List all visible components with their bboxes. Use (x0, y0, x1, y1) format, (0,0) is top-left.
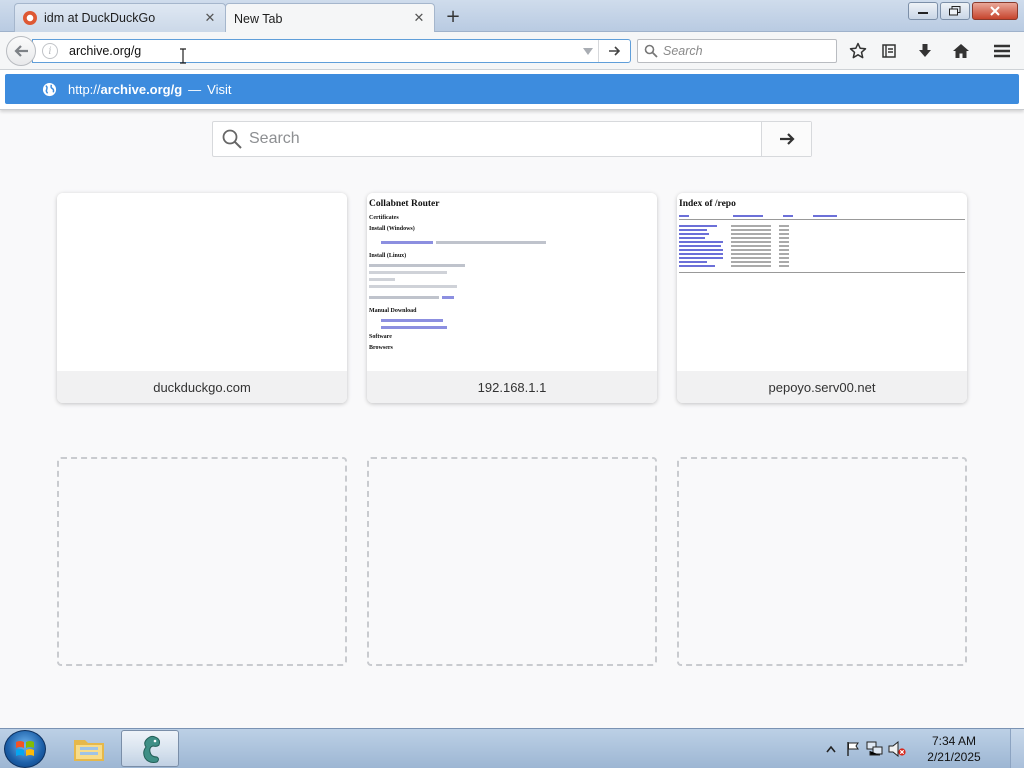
back-button[interactable] (6, 36, 36, 66)
downloads-icon[interactable] (914, 40, 936, 62)
globe-icon (42, 82, 57, 96)
minimize-button[interactable] (908, 2, 938, 20)
text-cursor-icon (180, 48, 186, 64)
window-controls (908, 2, 1018, 20)
url-autocomplete-popup: http://archive.org/g — Visit (0, 70, 1024, 110)
reading-list-icon[interactable] (878, 40, 900, 62)
restore-icon (949, 6, 961, 16)
seahorse-app-icon (143, 735, 160, 763)
autocomplete-visit-row[interactable]: http://archive.org/g — Visit (5, 74, 1019, 104)
bookmark-star-icon[interactable] (847, 40, 869, 62)
autocomplete-url-host: archive.org/g (100, 81, 183, 97)
new-tab-plus-icon[interactable]: + (441, 5, 465, 27)
tile-title: pepoyo.serv00.net (677, 371, 967, 403)
preview-section: Browsers (369, 345, 393, 351)
navigation-toolbar: i (0, 32, 1024, 70)
close-window-icon (990, 6, 1000, 16)
back-arrow-icon (14, 45, 28, 57)
autocomplete-url-prefix: http:// (68, 81, 101, 97)
close-tab-icon[interactable]: ✕ (412, 11, 426, 26)
preview-section: Software (369, 334, 392, 340)
empty-tile-placeholder (367, 457, 657, 666)
taskbar-file-explorer[interactable] (60, 730, 118, 767)
top-site-tile-duckduckgo[interactable]: duckduckgo.com (57, 193, 347, 403)
tile-title: 192.168.1.1 (367, 371, 657, 403)
browser-search-input[interactable] (663, 41, 836, 61)
clock-date: 2/21/2025 (927, 750, 981, 764)
arrow-right-icon (779, 133, 795, 145)
url-history-dropdown-icon[interactable] (578, 47, 598, 55)
go-arrow-icon[interactable] (598, 40, 630, 62)
close-tab-icon[interactable]: ✕ (203, 11, 217, 26)
tile-thumbnail (57, 193, 347, 371)
show-hidden-icons-icon[interactable] (820, 738, 842, 760)
windows-logo-icon (16, 741, 34, 756)
preview-section: Install (Windows) (369, 226, 415, 232)
taskbar-app-active[interactable] (121, 730, 179, 767)
preview-section: Certificates (369, 215, 399, 221)
preview-heading: Collabnet Router (369, 199, 440, 209)
restore-button[interactable] (940, 2, 970, 20)
minimize-icon (918, 12, 928, 14)
top-site-tile-pepoyo[interactable]: Index of /repo pepoyo.serv00.net (677, 193, 967, 403)
folder-icon (74, 739, 104, 761)
network-icon[interactable] (864, 738, 886, 760)
autocomplete-action-label: Visit (207, 81, 232, 97)
tile-thumbnail: Collabnet Router Certificates Install (W… (367, 193, 657, 371)
tab-label: idm at DuckDuckGo (44, 11, 156, 25)
newtab-search-input[interactable] (249, 124, 761, 154)
duckduckgo-favicon-icon (23, 11, 37, 25)
tab-label: New Tab (234, 11, 283, 26)
empty-tile-placeholder (57, 457, 347, 666)
preview-heading: Index of /repo (679, 199, 736, 209)
tab-new-tab[interactable]: New Tab ✕ (225, 3, 435, 33)
url-bar[interactable]: i (32, 39, 631, 63)
tile-thumbnail: Index of /repo (677, 193, 967, 371)
newtab-search-box[interactable] (212, 121, 812, 157)
empty-tile-placeholder (677, 457, 967, 666)
tab-strip: idm at DuckDuckGo ✕ New Tab ✕ + (0, 0, 1024, 33)
site-info-icon[interactable]: i (42, 43, 58, 59)
menu-hamburger-icon[interactable] (991, 40, 1013, 62)
tile-title: duckduckgo.com (57, 371, 347, 403)
tab-duckduckgo[interactable]: idm at DuckDuckGo ✕ (14, 3, 226, 32)
show-desktop-button[interactable] (1010, 729, 1024, 768)
preview-section: Manual Download (369, 308, 417, 314)
top-site-tile-router[interactable]: Collabnet Router Certificates Install (W… (367, 193, 657, 403)
action-center-flag-icon[interactable] (842, 738, 864, 760)
windows-taskbar: 7:34 AM 2/21/2025 (0, 728, 1024, 768)
preview-section: Install (Linux) (369, 253, 407, 259)
search-icon (644, 44, 658, 58)
newtab-search-go-button[interactable] (761, 122, 811, 156)
home-icon[interactable] (950, 40, 972, 62)
volume-muted-icon[interactable] (886, 738, 908, 760)
start-button[interactable] (4, 730, 46, 768)
system-clock[interactable]: 7:34 AM 2/21/2025 (914, 733, 994, 765)
system-tray: 7:34 AM 2/21/2025 (820, 729, 1024, 768)
clock-time: 7:34 AM (931, 734, 977, 748)
browser-search-bar[interactable] (637, 39, 837, 63)
search-icon (222, 129, 242, 149)
window-close-button[interactable] (972, 2, 1018, 20)
autocomplete-separator: — (188, 81, 202, 97)
url-input[interactable] (58, 41, 578, 61)
